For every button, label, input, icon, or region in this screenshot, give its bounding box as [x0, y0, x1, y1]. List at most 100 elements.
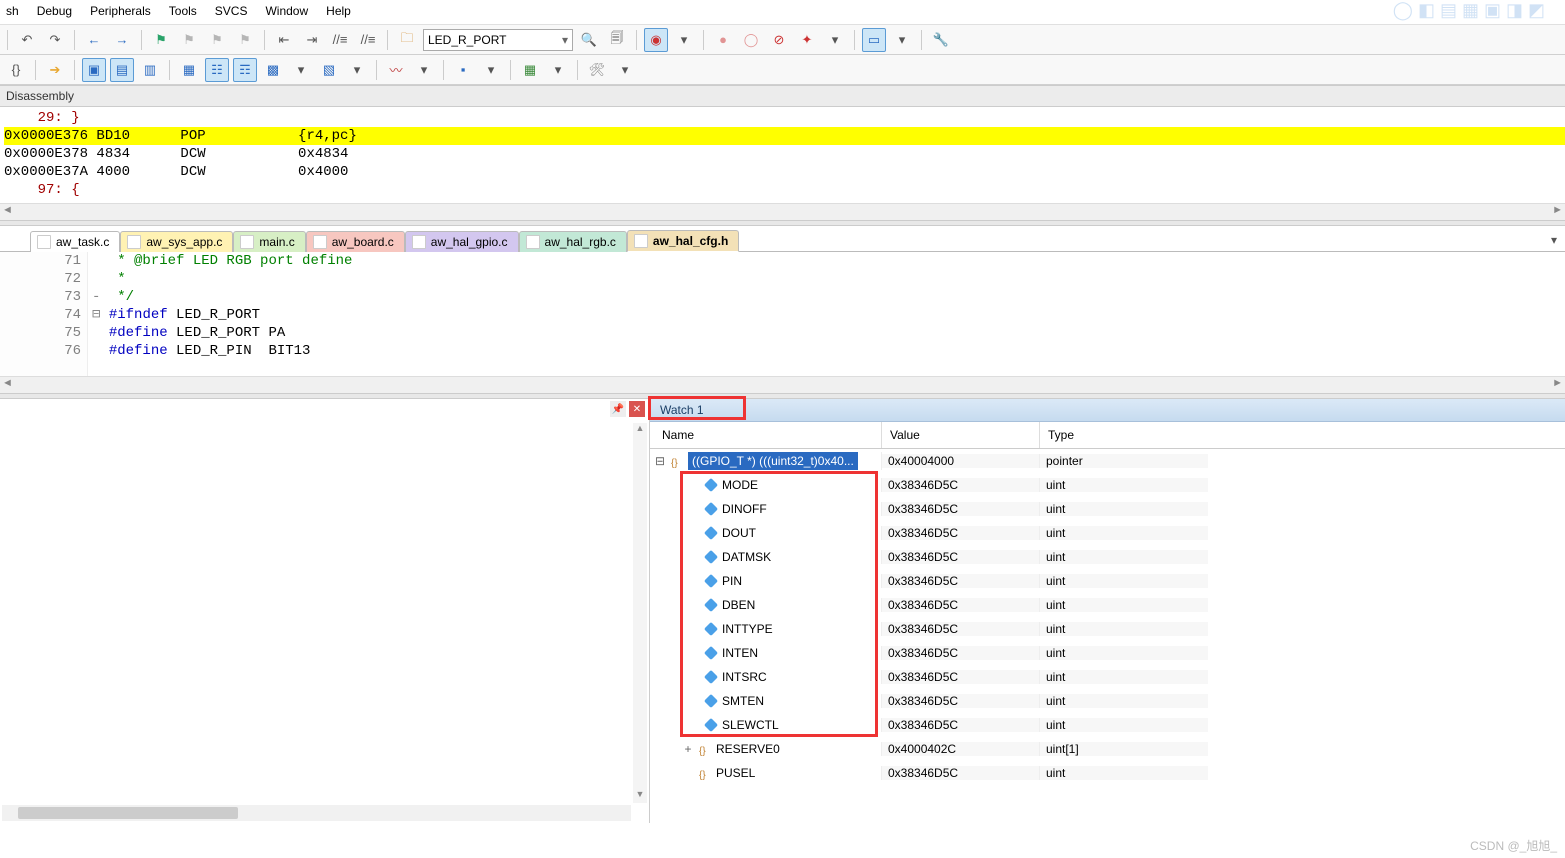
serial-icon[interactable]: ▧ — [317, 58, 341, 82]
dropdown-icon[interactable]: ▾ — [289, 58, 313, 82]
breakpoint-kill-icon[interactable]: ✦ — [795, 28, 819, 52]
watch-col-name[interactable]: Name — [650, 422, 882, 448]
watch-panel: Watch 1 Name Value Type ⊟((GPIO_T *) (((… — [650, 399, 1565, 823]
menu-item[interactable]: sh — [6, 4, 19, 18]
file-tab[interactable]: aw_task.c — [30, 231, 120, 252]
memory-icon[interactable]: ▩ — [261, 58, 285, 82]
file-tab[interactable]: aw_hal_cfg.h — [627, 230, 739, 252]
dropdown-icon[interactable]: ▾ — [412, 58, 436, 82]
file-tab-label: aw_sys_app.c — [146, 235, 222, 249]
struct-icon — [699, 767, 711, 779]
watch-cell-name: PIN — [722, 574, 742, 588]
watch-row[interactable]: PUSEL0x38346D5Cuint — [650, 761, 1565, 785]
file-tab-label: aw_task.c — [56, 235, 109, 249]
debug-start-icon[interactable]: ◉ — [644, 28, 668, 52]
disassembly-view[interactable]: 29: }0x0000E376 BD10 POP {r4,pc}0x0000E3… — [0, 107, 1565, 203]
left-hscroll[interactable] — [2, 805, 631, 821]
bookmark-flag-icon[interactable]: ⚑ — [149, 28, 173, 52]
watch-row[interactable]: DOUT0x38346D5Cuint — [650, 521, 1565, 545]
watch-col-type[interactable]: Type — [1040, 422, 1208, 448]
callstack-icon[interactable]: ☷ — [205, 58, 229, 82]
redo-icon[interactable]: ↷ — [43, 28, 67, 52]
code-hscroll[interactable] — [0, 376, 1565, 393]
watch-row[interactable]: DATMSK0x38346D5Cuint — [650, 545, 1565, 569]
bookmark-prev-icon[interactable]: ⚑ — [177, 28, 201, 52]
watch-row[interactable]: PIN0x38346D5Cuint — [650, 569, 1565, 593]
find-file-icon[interactable]: 🗀 — [395, 28, 419, 52]
file-tab[interactable]: aw_sys_app.c — [120, 231, 233, 252]
dropdown-icon[interactable]: ▾ — [345, 58, 369, 82]
registers-icon[interactable]: ▦ — [177, 58, 201, 82]
watch-row[interactable]: ⊟((GPIO_T *) (((uint32_t)0x40...0x400040… — [650, 449, 1565, 473]
watch-cell-value: 0x38346D5C — [882, 622, 1040, 636]
indent-left-icon[interactable]: ⇤ — [272, 28, 296, 52]
indent-right-icon[interactable]: ⇥ — [300, 28, 324, 52]
nav-back-icon[interactable]: ← — [82, 28, 106, 52]
bookmark-next-icon[interactable]: ⚑ — [205, 28, 229, 52]
settings-wrench-icon[interactable]: 🔧 — [929, 28, 953, 52]
watch-row[interactable]: +RESERVE00x4000402Cuint[1] — [650, 737, 1565, 761]
watch-cell-value: 0x38346D5C — [882, 502, 1040, 516]
menu-item[interactable]: Help — [326, 4, 351, 18]
window-2-icon[interactable]: ▤ — [110, 58, 134, 82]
menu-item[interactable]: Debug — [37, 4, 72, 18]
close-icon[interactable]: ✕ — [629, 401, 645, 417]
tools-icon[interactable]: 🛠 — [585, 58, 609, 82]
analyzer-icon[interactable]: ▪ — [451, 58, 475, 82]
dropdown-icon[interactable]: ▾ — [823, 28, 847, 52]
view-window-icon[interactable]: ▭ — [862, 28, 886, 52]
watch-row[interactable]: INTSRC0x38346D5Cuint — [650, 665, 1565, 689]
trace-icon[interactable]: 〰 — [384, 58, 408, 82]
bookmark-clear-icon[interactable]: ⚑ — [233, 28, 257, 52]
tree-expand-icon[interactable]: + — [682, 742, 694, 756]
menu-item[interactable]: Window — [265, 4, 308, 18]
dropdown-icon[interactable]: ▾ — [613, 58, 637, 82]
tabs-overflow-icon[interactable]: ▾ — [1543, 229, 1565, 251]
dropdown-icon[interactable]: ▾ — [479, 58, 503, 82]
nav-fwd-icon[interactable]: → — [110, 28, 134, 52]
pin-icon[interactable]: 📌 — [610, 401, 626, 417]
watch-row[interactable]: DBEN0x38346D5Cuint — [650, 593, 1565, 617]
file-tab[interactable]: aw_hal_gpio.c — [405, 231, 519, 252]
watch-cell-name: MODE — [722, 478, 758, 492]
run-to-cursor-icon[interactable]: ➔ — [43, 58, 67, 82]
watch-cell-type: uint — [1040, 646, 1208, 660]
dropdown-icon[interactable]: ▾ — [890, 28, 914, 52]
watch-col-value[interactable]: Value — [882, 422, 1040, 448]
find-in-files-icon[interactable]: 🗐 — [605, 28, 629, 52]
code-editor[interactable]: 717273747576 * @brief LED RGB port defin… — [0, 252, 1565, 376]
menu-item[interactable]: Tools — [169, 4, 197, 18]
breakpoint-insert-icon[interactable]: ● — [711, 28, 735, 52]
comment-icon[interactable]: //≡ — [328, 28, 352, 52]
watch-panel-title[interactable]: Watch 1 — [650, 399, 1565, 422]
watch-row[interactable]: INTTYPE0x38346D5Cuint — [650, 617, 1565, 641]
disassembly-hscroll[interactable] — [0, 203, 1565, 220]
breakpoint-disable-icon[interactable]: ⊘ — [767, 28, 791, 52]
reset-icon[interactable]: {} — [4, 58, 28, 82]
file-tab[interactable]: main.c — [233, 231, 305, 252]
menu-item[interactable]: SVCS — [215, 4, 248, 18]
watch-icon[interactable]: ☶ — [233, 58, 257, 82]
dropdown-icon[interactable]: ▾ — [546, 58, 570, 82]
undo-icon[interactable]: ↶ — [15, 28, 39, 52]
dropdown-icon[interactable]: ▾ — [672, 28, 696, 52]
file-icon — [526, 235, 540, 249]
window-3-icon[interactable]: ▥ — [138, 58, 162, 82]
watch-row[interactable]: DINOFF0x38346D5Cuint — [650, 497, 1565, 521]
chip-icon[interactable]: ▦ — [518, 58, 542, 82]
left-vscroll[interactable]: ▲ ▼ — [633, 423, 647, 803]
file-icon — [37, 235, 51, 249]
watch-row[interactable]: MODE0x38346D5Cuint — [650, 473, 1565, 497]
file-tab[interactable]: aw_hal_rgb.c — [519, 231, 627, 252]
tree-collapse-icon[interactable]: ⊟ — [654, 454, 666, 468]
breakpoint-toggle-icon[interactable]: ◯ — [739, 28, 763, 52]
watch-row[interactable]: INTEN0x38346D5Cuint — [650, 641, 1565, 665]
uncomment-icon[interactable]: //≡ — [356, 28, 380, 52]
watch-row[interactable]: SLEWCTL0x38346D5Cuint — [650, 713, 1565, 737]
search-combo[interactable]: LED_R_PORT ▾ — [423, 29, 573, 51]
find-next-icon[interactable]: 🔍 — [577, 28, 601, 52]
menu-item[interactable]: Peripherals — [90, 4, 151, 18]
window-1-icon[interactable]: ▣ — [82, 58, 106, 82]
file-tab[interactable]: aw_board.c — [306, 231, 405, 252]
watch-row[interactable]: SMTEN0x38346D5Cuint — [650, 689, 1565, 713]
